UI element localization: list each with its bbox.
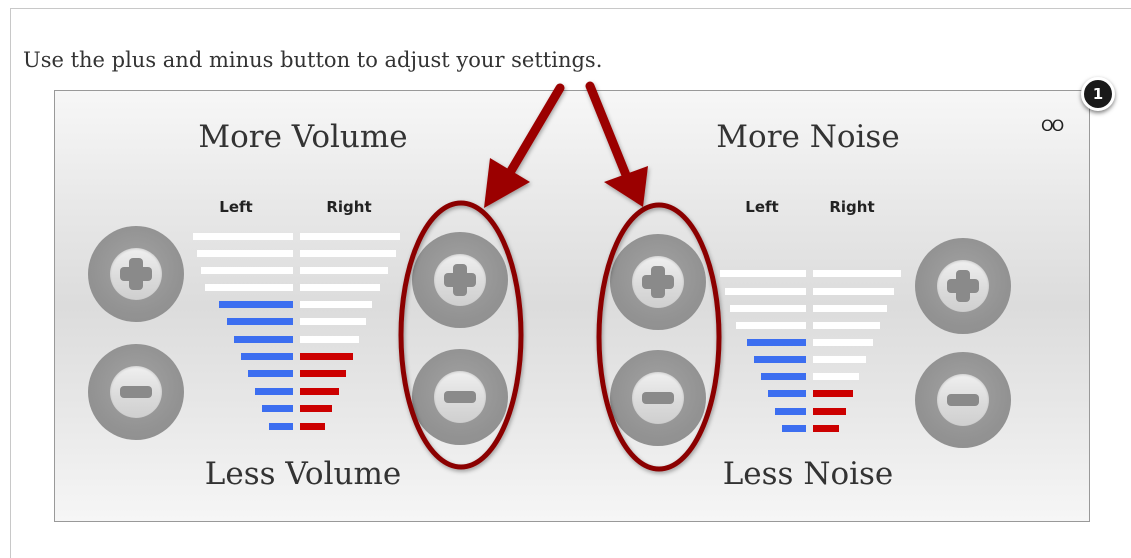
annotation-overlay — [398, 81, 722, 472]
highlight-ellipse — [398, 200, 524, 470]
arrow-icon — [484, 83, 565, 208]
arrow-icon — [585, 81, 648, 207]
highlight-ellipse — [596, 202, 722, 472]
callout-badge: 1 — [1081, 77, 1115, 111]
glasses-icon[interactable]: OO — [1041, 116, 1064, 135]
